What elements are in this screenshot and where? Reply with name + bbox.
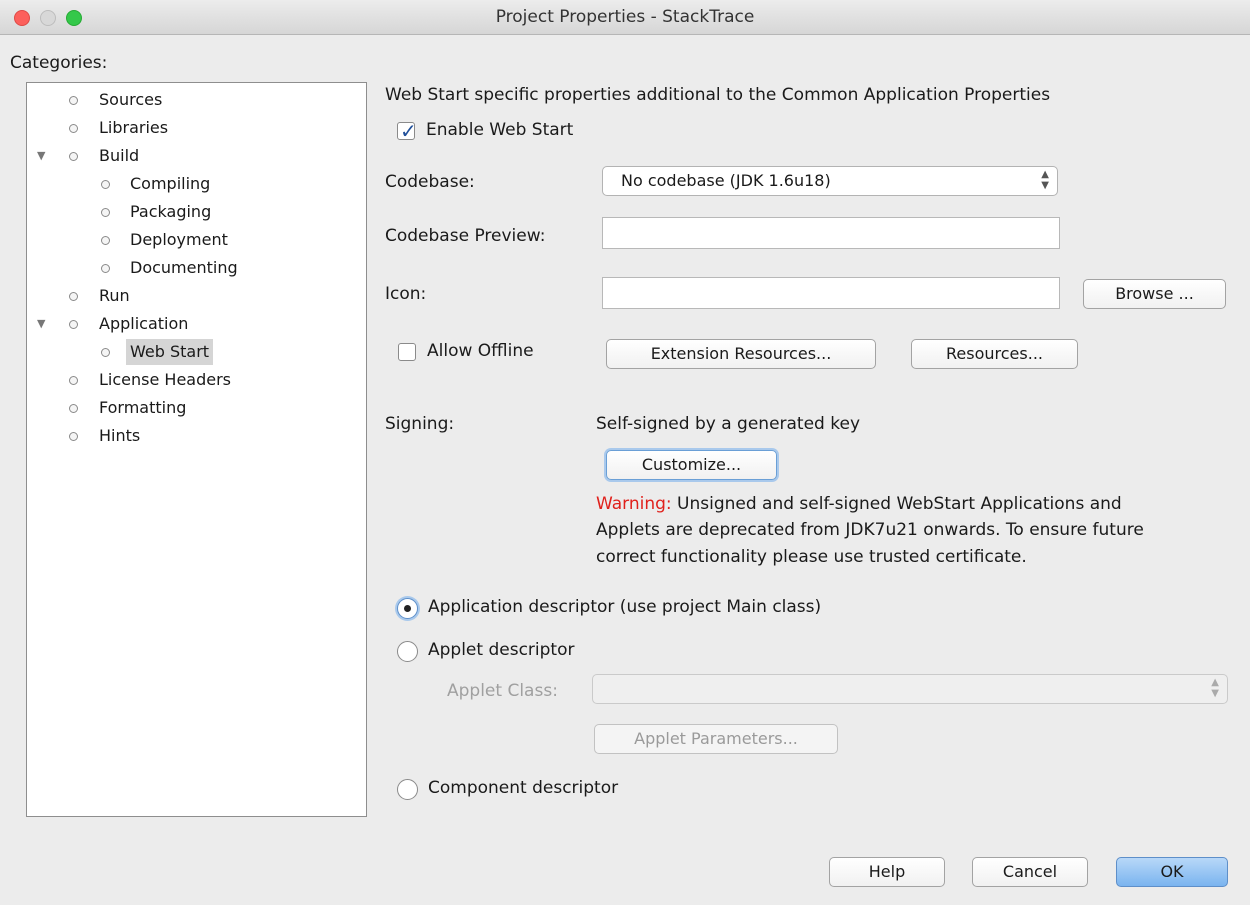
help-button[interactable]: Help [829, 857, 945, 887]
warning-line-1: Warning: Unsigned and self-signed WebSta… [596, 494, 1122, 514]
node-bullet-icon [69, 152, 78, 161]
panel-heading: Web Start specific properties additional… [385, 85, 1051, 105]
selected-label: Web Start [126, 339, 214, 365]
enable-web-start-label[interactable]: Enable Web Start [426, 120, 573, 140]
component-descriptor-label[interactable]: Component descriptor [428, 778, 618, 798]
node-bullet-icon [101, 264, 110, 273]
allow-offline-label[interactable]: Allow Offline [427, 341, 534, 361]
expand-arrow-icon[interactable]: ▼ [37, 143, 45, 169]
node-bullet-icon [101, 208, 110, 217]
stepper-arrows-icon: ▲ ▼ [1211, 677, 1219, 699]
node-bullet-icon [69, 404, 78, 413]
tree-item-sources[interactable]: Sources [27, 87, 364, 113]
resources-button[interactable]: Resources... [911, 339, 1078, 369]
enable-web-start-checkbox[interactable]: ✓ [397, 119, 417, 143]
tree-item-hints[interactable]: Hints [27, 423, 364, 449]
tree-item-build[interactable]: ▼ Build [27, 143, 364, 169]
tree-item-libraries[interactable]: Libraries [27, 115, 364, 141]
warning-line-2: Applets are deprecated from JDK7u21 onwa… [596, 520, 1144, 540]
ok-button[interactable]: OK [1116, 857, 1228, 887]
tree-item-run[interactable]: Run [27, 283, 364, 309]
tree-item-documenting[interactable]: Documenting [27, 255, 364, 281]
node-bullet-icon [101, 180, 110, 189]
allow-offline-checkbox[interactable] [398, 343, 416, 361]
application-descriptor-label[interactable]: Application descriptor (use project Main… [428, 597, 821, 617]
tree-item-compiling[interactable]: Compiling [27, 171, 364, 197]
warning-line-3: correct functionality please use trusted… [596, 547, 1027, 567]
node-bullet-icon [69, 96, 78, 105]
node-bullet-icon [69, 432, 78, 441]
icon-field[interactable] [602, 277, 1060, 309]
codebase-preview-field[interactable] [602, 217, 1060, 249]
codebase-label: Codebase: [385, 172, 475, 192]
tree-item-application[interactable]: ▼ Application [27, 311, 364, 337]
browse-button[interactable]: Browse ... [1083, 279, 1226, 309]
window-title: Project Properties - StackTrace [495, 7, 755, 27]
node-bullet-icon [101, 236, 110, 245]
signing-label: Signing: [385, 414, 455, 434]
applet-class-label: Applet Class: [447, 681, 558, 701]
stepper-arrows-icon: ▲ ▼ [1041, 169, 1049, 191]
node-bullet-icon [101, 348, 110, 357]
title-bar: Project Properties - StackTrace [0, 0, 1250, 35]
node-bullet-icon [69, 376, 78, 385]
applet-descriptor-label[interactable]: Applet descriptor [428, 640, 574, 660]
categories-label: Categories: [10, 53, 108, 73]
applet-parameters-button[interactable]: Applet Parameters... [594, 724, 838, 754]
tree-item-license-headers[interactable]: License Headers [27, 367, 364, 393]
codebase-select[interactable]: No codebase (JDK 1.6u18) ▲ ▼ [602, 166, 1058, 196]
node-bullet-icon [69, 292, 78, 301]
extension-resources-button[interactable]: Extension Resources... [606, 339, 876, 369]
codebase-value: No codebase (JDK 1.6u18) [621, 171, 831, 190]
applet-descriptor-radio[interactable] [397, 641, 418, 662]
warning-prefix: Warning: [596, 494, 672, 514]
customize-button[interactable]: Customize... [606, 450, 777, 480]
tree-item-packaging[interactable]: Packaging [27, 199, 364, 225]
codebase-preview-label: Codebase Preview: [385, 226, 546, 246]
categories-tree[interactable]: Sources Libraries ▼ Build Compiling Pack… [26, 82, 367, 817]
node-bullet-icon [69, 124, 78, 133]
radio-dot-icon [404, 605, 411, 612]
cancel-button[interactable]: Cancel [972, 857, 1088, 887]
applet-class-select[interactable]: ▲ ▼ [592, 674, 1228, 704]
signing-value: Self-signed by a generated key [596, 414, 861, 434]
node-bullet-icon [69, 320, 78, 329]
expand-arrow-icon[interactable]: ▼ [37, 311, 45, 337]
icon-label: Icon: [385, 284, 427, 304]
component-descriptor-radio[interactable] [397, 779, 418, 800]
application-descriptor-radio[interactable] [397, 598, 418, 619]
tree-item-web-start[interactable]: Web Start [27, 339, 364, 365]
checkmark-icon: ✓ [400, 119, 417, 143]
tree-item-formatting[interactable]: Formatting [27, 395, 364, 421]
tree-item-deployment[interactable]: Deployment [27, 227, 364, 253]
